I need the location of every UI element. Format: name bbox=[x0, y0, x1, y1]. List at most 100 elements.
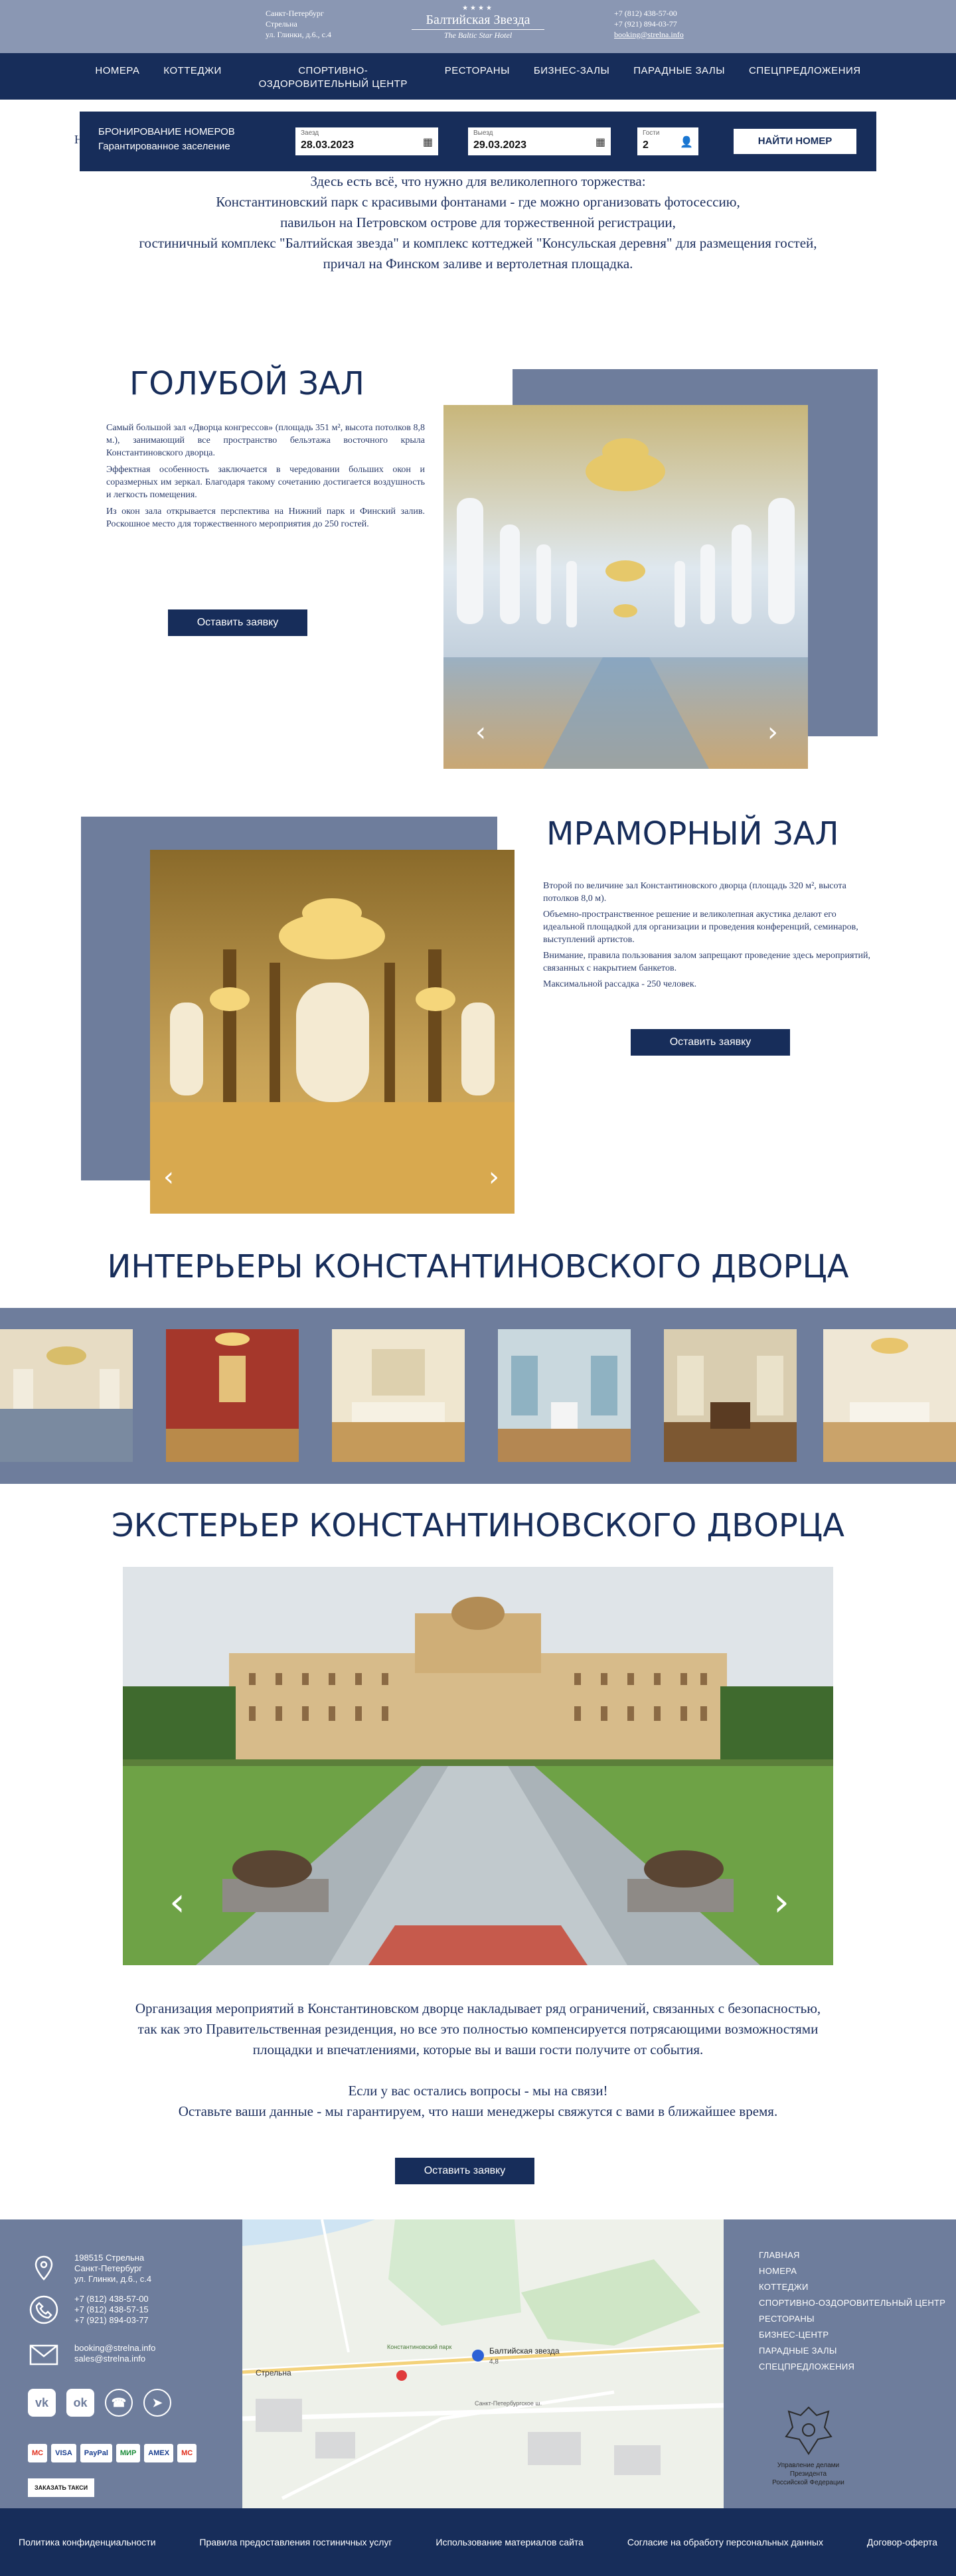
prev-slide-icon[interactable]: ‹ bbox=[163, 1162, 174, 1192]
footer-nav: ГЛАВНАЯ НОМЕРА КОТТЕДЖИ СПОРТИВНО-ОЗДОРО… bbox=[759, 2247, 945, 2375]
offer-agreement-link[interactable]: Договор-оферта bbox=[867, 2537, 937, 2547]
visa-icon: VISA bbox=[51, 2444, 76, 2462]
booking-widget: БРОНИРОВАНИЕ НОМЕРОВ Гарантированное зас… bbox=[80, 112, 876, 171]
gallery-thumbnail[interactable] bbox=[332, 1329, 465, 1462]
phone-icon bbox=[29, 2295, 58, 2324]
whatsapp-icon[interactable]: ☎ bbox=[105, 2389, 133, 2417]
double-eagle-icon bbox=[784, 2406, 833, 2455]
calendar-icon[interactable]: ▦ bbox=[423, 135, 433, 149]
guests-field[interactable]: Гости 2 👤 bbox=[637, 127, 698, 155]
order-taxi-button[interactable]: ЗАКАЗАТЬ ТАКСИ bbox=[28, 2478, 95, 2497]
checkin-field[interactable]: Заезд 28.03.2023 ▦ bbox=[295, 127, 438, 155]
odnoklassniki-icon[interactable]: ok bbox=[66, 2389, 94, 2417]
calendar-icon[interactable]: ▦ bbox=[596, 135, 605, 149]
interiors-gallery bbox=[0, 1308, 956, 1484]
nav-item-rooms[interactable]: НОМЕРА bbox=[83, 64, 151, 78]
nav-item-ceremonial-halls[interactable]: ПАРАДНЫЕ ЗАЛЫ bbox=[621, 64, 737, 78]
telegram-icon[interactable]: ➤ bbox=[143, 2389, 171, 2417]
gallery-thumbnail[interactable] bbox=[166, 1329, 299, 1462]
intro-text: Здесь есть всё, что нужно для великолепн… bbox=[139, 173, 817, 272]
closing-text: Организация мероприятий в Константиновск… bbox=[135, 2000, 821, 2119]
paypal-icon: PayPal bbox=[80, 2444, 112, 2462]
amex-icon: AMEX bbox=[144, 2444, 174, 2462]
booking-title: БРОНИРОВАНИЕ НОМЕРОВ Гарантированное зас… bbox=[98, 126, 235, 152]
exterior-title: ЭКСТЕРЬЕР КОНСТАНТИНОВСКОГО ДВОРЦА bbox=[112, 1507, 844, 1544]
vk-icon[interactable]: vk bbox=[28, 2389, 56, 2417]
presidential-emblem: Управление делами Президента Российской … bbox=[770, 2402, 846, 2487]
location-map[interactable]: Балтийская звезда 4,8 Стрельна Константи… bbox=[242, 2219, 724, 2508]
mail-icon bbox=[29, 2344, 58, 2366]
footer-link-home[interactable]: ГЛАВНАЯ bbox=[759, 2247, 945, 2263]
prev-slide-icon[interactable]: ‹ bbox=[169, 1879, 185, 1925]
marble-hall-description: Второй по величине зал Константиновского… bbox=[543, 881, 871, 989]
footer-link-business-center[interactable]: БИЗНЕС-ЦЕНТР bbox=[759, 2327, 945, 2343]
marble-hall-photo: ‹ › bbox=[150, 850, 515, 1214]
svg-text:Санкт-Петербургское ш.: Санкт-Петербургское ш. bbox=[475, 2400, 542, 2407]
header-address: Санкт-Петербург Стрельна ул. Глинки, д.6… bbox=[266, 9, 332, 39]
footer-phones: +7 (812) 438-57-00 +7 (812) 438-57-15 +7 (… bbox=[28, 2294, 149, 2326]
gallery-thumbnail[interactable] bbox=[823, 1329, 956, 1462]
marble-hall-request-button[interactable]: Оставить заявку bbox=[631, 1029, 790, 1056]
top-bar: Санкт-Петербург Стрельна ул. Глинки, д.6… bbox=[0, 0, 956, 53]
svg-text:Константиновский парк: Константиновский парк bbox=[387, 2344, 451, 2350]
header-phone[interactable]: +7 (812) 438-57-00 bbox=[614, 8, 684, 19]
marble-hall-image bbox=[150, 850, 515, 1214]
interiors-title: ИНТЕРЬЕРЫ КОНСТАНТИНОВСКОГО ДВОРЦА bbox=[107, 1248, 849, 1285]
nav-item-cottages[interactable]: КОТТЕДЖИ bbox=[151, 64, 233, 78]
svg-text:Балтийская звезда: Балтийская звезда bbox=[489, 2346, 560, 2356]
privacy-policy-link[interactable]: Политика конфиденциальности bbox=[19, 2537, 156, 2547]
checkout-field[interactable]: Выезд 29.03.2023 ▦ bbox=[468, 127, 611, 155]
footer-link-restaurants[interactable]: РЕСТОРАНЫ bbox=[759, 2311, 945, 2327]
footer-link-sport-center[interactable]: СПОРТИВНО-ОЗДОРОВИТЕЛЬНЫЙ ЦЕНТР bbox=[759, 2295, 945, 2311]
location-pin-icon bbox=[35, 2255, 53, 2281]
main-nav: НОМЕРА КОТТЕДЖИ СПОРТИВНО-ОЗДОРОВИТЕЛЬНЫ… bbox=[0, 53, 956, 100]
gallery-thumbnail[interactable] bbox=[0, 1329, 133, 1462]
blue-hall-description: Самый большой зал «Дворца конгрессов» (п… bbox=[106, 423, 425, 529]
blue-hall-request-button[interactable]: Оставить заявку bbox=[168, 609, 307, 636]
prev-slide-icon[interactable]: ‹ bbox=[475, 717, 486, 748]
hotel-rules-link[interactable]: Правила предоставления гостиничных услуг bbox=[199, 2537, 392, 2547]
mastercard-icon: MC bbox=[28, 2444, 48, 2462]
blue-hall-photo: ‹ › bbox=[443, 405, 808, 769]
next-slide-icon[interactable]: › bbox=[773, 1879, 789, 1925]
payment-methods: MC VISA PayPal МИР AMEX MC bbox=[28, 2444, 197, 2462]
next-slide-icon[interactable]: › bbox=[489, 1162, 499, 1192]
footer-link-special-offers[interactable]: СПЕЦПРЕДЛОЖЕНИЯ bbox=[759, 2359, 945, 2375]
footer-link-cottages[interactable]: КОТТЕДЖИ bbox=[759, 2279, 945, 2295]
gallery-thumbnail[interactable] bbox=[664, 1329, 797, 1462]
footer-link-ceremonial-halls[interactable]: ПАРАДНЫЕ ЗАЛЫ bbox=[759, 2343, 945, 2359]
find-room-button[interactable]: НАЙТИ НОМЕР bbox=[734, 129, 856, 154]
header-contacts: +7 (812) 438-57-00 +7 (921) 894-03-77 bo… bbox=[614, 8, 684, 40]
hotel-logo[interactable]: ★★★★ Балтийская Звезда The Baltic Star H… bbox=[412, 5, 544, 40]
nav-item-restaurants[interactable]: РЕСТОРАНЫ bbox=[433, 64, 522, 78]
footer-contacts: 198515 Стрельна Санкт-Петербург ул. Глинки… bbox=[0, 2219, 242, 2508]
blue-hall-image bbox=[443, 405, 808, 769]
svg-text:Стрельна: Стрельна bbox=[256, 2368, 291, 2377]
nav-item-sport-center[interactable]: СПОРТИВНО-ОЗДОРОВИТЕЛЬНЫЙ ЦЕНТР bbox=[234, 64, 433, 91]
person-icon: 👤 bbox=[680, 137, 693, 148]
palace-exterior-image bbox=[123, 1567, 833, 1965]
social-links: vk ok ☎ ➤ bbox=[28, 2389, 171, 2417]
bottom-bar: Политика конфиденциальности Правила пред… bbox=[0, 2508, 956, 2576]
exterior-photo: ‹ › bbox=[123, 1567, 833, 1965]
closing-request-button[interactable]: Оставить заявку bbox=[395, 2158, 534, 2184]
blue-hall-title: ГОЛУБОЙ ЗАЛ bbox=[129, 365, 364, 402]
mir-icon: МИР bbox=[116, 2444, 141, 2462]
materials-usage-link[interactable]: Использование материалов сайта bbox=[436, 2537, 584, 2547]
stars-icon: ★★★★ bbox=[462, 5, 494, 12]
map-image: Балтийская звезда 4,8 Стрельна Константи… bbox=[242, 2219, 724, 2508]
gallery-thumbnail[interactable] bbox=[498, 1329, 631, 1462]
footer-address: 198515 Стрельна Санкт-Петербург ул. Глинки… bbox=[28, 2253, 151, 2285]
nav-item-special-offers[interactable]: СПЕЦПРЕДЛОЖЕНИЯ bbox=[737, 64, 873, 78]
marble-hall-title: МРАМОРНЫЙ ЗАЛ bbox=[546, 815, 839, 852]
footer-link-rooms[interactable]: НОМЕРА bbox=[759, 2263, 945, 2279]
next-slide-icon[interactable]: › bbox=[767, 717, 778, 748]
footer-emails: booking@strelna.info sales@strelna.info bbox=[28, 2339, 155, 2371]
header-phone[interactable]: +7 (921) 894-03-77 bbox=[614, 19, 684, 29]
footer: 198515 Стрельна Санкт-Петербург ул. Глинки… bbox=[0, 2219, 956, 2508]
svg-text:4,8: 4,8 bbox=[489, 2358, 499, 2366]
nav-item-business-halls[interactable]: БИЗНЕС-ЗАЛЫ bbox=[522, 64, 621, 78]
personal-data-consent-link[interactable]: Согласие на обработу персональных данных bbox=[627, 2537, 823, 2547]
header-email[interactable]: booking@strelna.info bbox=[614, 29, 684, 40]
maestro-icon: MC bbox=[177, 2444, 197, 2462]
